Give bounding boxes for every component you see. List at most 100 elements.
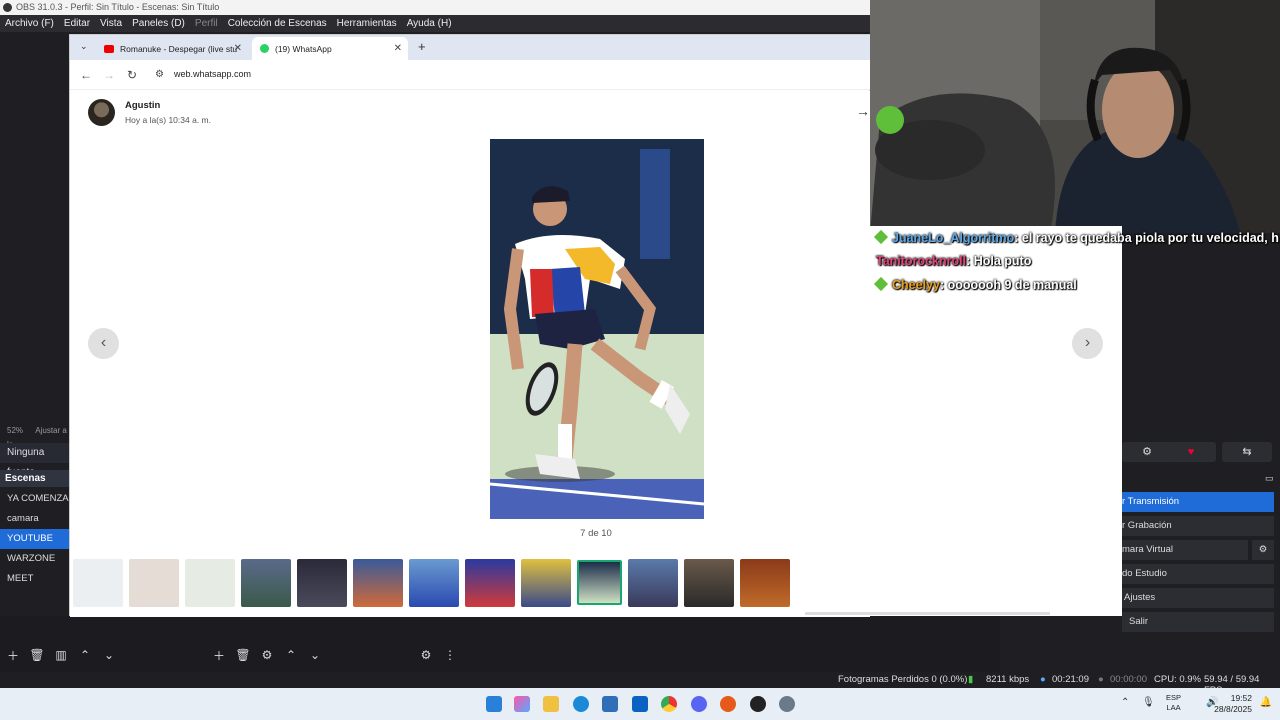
thumbnail[interactable] <box>185 559 235 607</box>
main-photo[interactable] <box>490 139 704 519</box>
menu-herramientas[interactable]: Herramientas <box>337 18 397 29</box>
remove-source-icon[interactable]: 🗑 <box>234 648 252 662</box>
remove-scene-icon[interactable]: 🗑 <box>28 648 46 662</box>
scene-item[interactable]: YA COMENZAM <box>0 489 70 509</box>
menu-ayuda[interactable]: Ayuda (H) <box>407 18 452 29</box>
chat-text: : el rayo te quedaba piola por tu veloci… <box>1014 231 1279 245</box>
mixer-menu-icon[interactable]: ⋮ <box>441 648 459 662</box>
scene-transition-icon[interactable]: ⇆ <box>1222 442 1272 462</box>
media-viewer: Agustin Hoy a la(s) 10:34 a. m. → ‹ 7 de… <box>70 91 1050 617</box>
thumbnail[interactable] <box>129 559 179 607</box>
stream-icon: ● <box>1040 674 1046 685</box>
thumbnail-scrollbar[interactable] <box>805 612 1050 615</box>
forward-icon[interactable]: → <box>103 68 115 82</box>
forward-icon[interactable]: → <box>856 103 870 119</box>
close-icon[interactable]: ✕ <box>234 43 242 54</box>
virtual-camera-settings-icon[interactable]: ⚙ <box>1252 540 1274 560</box>
settings-button[interactable]: Ajustes <box>1122 588 1274 608</box>
thumbnail[interactable] <box>353 559 403 607</box>
thumbnail[interactable] <box>241 559 291 607</box>
new-tab-button[interactable]: + <box>418 39 426 54</box>
move-down-icon[interactable]: ⌄ <box>100 648 118 662</box>
start-stream-button[interactable]: r Transmisión <box>1122 492 1274 512</box>
thumbnail[interactable] <box>297 559 347 607</box>
source-down-icon[interactable]: ⌄ <box>306 648 324 662</box>
clock[interactable]: 19:52 28/8/2025 <box>1214 693 1252 715</box>
clock-time: 19:52 <box>1230 693 1252 703</box>
microphone-icon[interactable]: 🎙 <box>1142 697 1155 708</box>
reload-icon[interactable]: ↻ <box>127 68 137 82</box>
site-info-icon[interactable]: ⚙ <box>155 69 164 80</box>
youtube-icon <box>104 44 114 53</box>
move-up-icon[interactable]: ⌃ <box>76 648 94 662</box>
close-icon[interactable]: ✕ <box>394 43 402 54</box>
thumbnail[interactable] <box>73 559 123 607</box>
avatar[interactable] <box>88 99 115 126</box>
tab-youtube[interactable]: Romanuke - Despegar (live stu ✕ <box>96 37 248 60</box>
menu-coleccion[interactable]: Colección de Escenas <box>228 18 327 29</box>
gem-icon <box>873 276 889 292</box>
back-icon[interactable]: ← <box>80 68 92 82</box>
filter-icon[interactable]: ▥ <box>52 648 70 662</box>
thumbnail[interactable] <box>521 559 571 607</box>
webcam-feed <box>870 0 1280 233</box>
mixer-settings-icon[interactable]: ⚙ <box>417 648 435 662</box>
notification-icon[interactable]: 🔔 <box>1260 697 1272 708</box>
start-recording-button[interactable]: r Grabación <box>1122 516 1274 536</box>
tab-whatsapp[interactable]: (19) WhatsApp ✕ <box>252 37 408 60</box>
file-explorer-icon[interactable] <box>543 696 559 712</box>
next-image-button[interactable]: › <box>1072 328 1103 359</box>
add-source-icon[interactable]: ＋ <box>210 647 228 664</box>
thumbnail[interactable] <box>628 559 678 607</box>
settings-icon[interactable] <box>779 696 795 712</box>
virtual-camera-button[interactable]: mara Virtual <box>1122 540 1248 560</box>
outlook-icon[interactable] <box>632 696 648 712</box>
menu-vista[interactable]: Vista <box>100 18 122 29</box>
app-icon[interactable] <box>720 696 736 712</box>
discord-icon[interactable] <box>691 696 707 712</box>
menu-archivo[interactable]: Archivo (F) <box>5 18 54 29</box>
start-icon[interactable] <box>486 696 502 712</box>
address-bar: ← → ↻ ⚙ web.whatsapp.com <box>70 60 870 90</box>
stream-time: 00:21:09 <box>1052 674 1089 685</box>
store-icon[interactable] <box>602 696 618 712</box>
obs-icon[interactable] <box>750 696 766 712</box>
thumbnail-strip <box>73 559 790 607</box>
heart-icon[interactable]: ♥ <box>1166 442 1216 462</box>
source-settings-icon[interactable]: ⚙ <box>258 648 276 662</box>
scene-item-selected[interactable]: YOUTUBE <box>0 529 70 549</box>
thumbnail[interactable] <box>409 559 459 607</box>
scenes-header: Escenas <box>0 470 70 487</box>
chrome-icon[interactable] <box>661 696 677 712</box>
chat-text: : ooooooh 9 de manual <box>939 278 1077 292</box>
thumbnail[interactable] <box>465 559 515 607</box>
source-up-icon[interactable]: ⌃ <box>282 648 300 662</box>
settings-gear-icon[interactable]: ⚙ <box>1122 442 1172 462</box>
chat-message: Cheelyy: ooooooh 9 de manual <box>873 276 1077 292</box>
tray-chevron-icon[interactable]: ⌃ <box>1121 697 1129 708</box>
menu-paneles[interactable]: Paneles (D) <box>132 18 185 29</box>
url-field[interactable]: web.whatsapp.com <box>174 69 251 79</box>
thumbnail[interactable] <box>684 559 734 607</box>
record-icon: ● <box>1098 674 1104 685</box>
thumbnail-current[interactable] <box>577 560 622 605</box>
undock-icon[interactable]: ▭ <box>1265 473 1274 484</box>
studio-mode-button[interactable]: do Estudio <box>1122 564 1274 584</box>
add-scene-icon[interactable]: ＋ <box>4 647 22 664</box>
scene-item[interactable]: WARZONE <box>0 549 70 569</box>
controls-dock: ⚙ ♥ ⇆ ▭ r Transmisión r Grabación mara V… <box>1122 233 1280 670</box>
prev-image-button[interactable]: ‹ <box>88 328 119 359</box>
menu-perfil[interactable]: Perfil <box>195 18 218 29</box>
dock-toolbar-row <box>0 616 1000 672</box>
menu-editar[interactable]: Editar <box>64 18 90 29</box>
obs-logo-icon <box>3 3 12 12</box>
tab-search-icon[interactable]: ⌄ <box>80 41 88 52</box>
exit-button[interactable]: Salir <box>1122 612 1274 632</box>
scene-item[interactable]: MEET <box>0 569 70 589</box>
edge-icon[interactable] <box>573 696 589 712</box>
thumbnail[interactable] <box>740 559 790 607</box>
language-indicator[interactable]: ESP LAA <box>1166 693 1181 713</box>
copilot-icon[interactable] <box>514 696 530 712</box>
scene-item[interactable]: camara <box>0 509 70 529</box>
sources-controls: ＋ 🗑 ⚙ ⌃ ⌄ <box>210 646 324 664</box>
